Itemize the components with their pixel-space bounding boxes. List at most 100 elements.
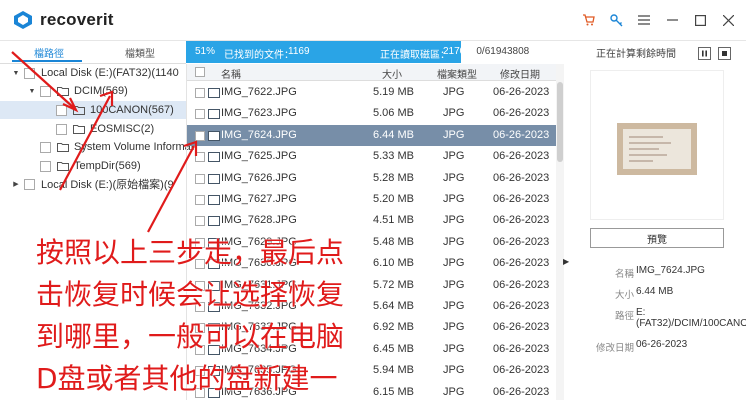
- image-file-icon: [208, 173, 220, 184]
- row-checkbox[interactable]: [195, 216, 205, 227]
- row-checkbox[interactable]: [195, 280, 205, 291]
- row-checkbox[interactable]: [195, 109, 205, 120]
- row-checkbox[interactable]: [195, 173, 205, 184]
- preview-button[interactable]: 預覽: [590, 228, 724, 248]
- table-row[interactable]: IMG_7626.JPG 5.28 MB JPG 06-26-2023: [187, 168, 557, 189]
- collapse-preview-icon[interactable]: ▶: [563, 257, 569, 266]
- table-row[interactable]: IMG_7628.JPG 4.51 MB JPG 06-26-2023: [187, 210, 557, 231]
- image-file-icon: [208, 323, 220, 334]
- maximize-icon[interactable]: [690, 12, 710, 28]
- image-file-icon: [208, 195, 220, 205]
- column-header-name[interactable]: 名稱: [221, 66, 241, 81]
- folder-icon: [57, 143, 69, 152]
- tree-node-dcim[interactable]: ▼ DCIM(569): [28, 82, 128, 100]
- stop-button[interactable]: [718, 47, 731, 60]
- file-size: 4.51 MB: [373, 214, 414, 227]
- file-type: JPG: [443, 214, 465, 227]
- table-row[interactable]: IMG_7629.JPG 5.48 MB JPG 06-26-2023: [187, 232, 557, 253]
- pause-icon: [702, 50, 707, 57]
- tree-label: 100CANON(567): [90, 104, 174, 116]
- table-row[interactable]: IMG_7623.JPG 5.06 MB JPG 06-26-2023: [187, 103, 557, 124]
- row-checkbox[interactable]: [195, 259, 205, 270]
- row-checkbox[interactable]: [195, 152, 205, 163]
- row-checkbox[interactable]: [195, 195, 205, 205]
- table-row[interactable]: IMG_7631.JPG 5.72 MB JPG 06-26-2023: [187, 275, 557, 296]
- file-size: 6.44 MB: [373, 128, 414, 141]
- select-all-checkbox[interactable]: [195, 67, 205, 77]
- tree-node-100canon[interactable]: 100CANON(567): [0, 101, 186, 119]
- tree-checkbox[interactable]: [24, 178, 35, 190]
- file-type: JPG: [443, 128, 465, 141]
- table-row[interactable]: IMG_7622.JPG 5.19 MB JPG 06-26-2023: [187, 82, 557, 103]
- file-date: 06-26-2023: [493, 150, 550, 163]
- tree-checkbox[interactable]: [56, 123, 67, 135]
- file-name: IMG_7626.JPG: [221, 171, 297, 184]
- file-type: JPG: [443, 342, 465, 355]
- tree-label: Local Disk (E:)(原始檔案)(9: [41, 179, 174, 191]
- close-icon[interactable]: [718, 12, 738, 28]
- file-size: 5.48 MB: [373, 235, 414, 248]
- file-name: IMG_7636.JPG: [221, 385, 297, 398]
- file-type: JPG: [443, 193, 465, 205]
- expand-arrow-icon[interactable]: ▶: [12, 180, 20, 188]
- minimize-icon[interactable]: [662, 12, 682, 28]
- tab-file-type[interactable]: 檔類型: [125, 45, 155, 60]
- meta-name-value: IMG_7624.JPG: [636, 265, 705, 276]
- tree-checkbox[interactable]: [40, 141, 51, 153]
- tree-checkbox[interactable]: [40, 160, 51, 172]
- file-list-scrollbar[interactable]: [556, 64, 564, 400]
- row-checkbox[interactable]: [195, 88, 205, 98]
- scrollbar-thumb[interactable]: [557, 82, 563, 162]
- file-type: JPG: [443, 235, 465, 248]
- tree-checkbox[interactable]: [56, 104, 67, 116]
- file-name: IMG_7631.JPG: [221, 278, 297, 291]
- tree-node-tempdir[interactable]: TempDir(569): [28, 157, 141, 175]
- file-size: 6.45 MB: [373, 342, 414, 355]
- pause-button[interactable]: [698, 47, 711, 60]
- recoverit-logo-icon: [14, 11, 32, 29]
- preview-thumbnail-scribbles: [629, 136, 671, 162]
- file-size: 5.28 MB: [373, 171, 414, 184]
- row-checkbox[interactable]: [195, 237, 205, 248]
- menu-icon[interactable]: [634, 12, 654, 28]
- found-files-count: 1169: [288, 46, 310, 57]
- table-row[interactable]: IMG_7627.JPG 5.20 MB JPG 06-26-2023: [187, 189, 557, 210]
- tree-node-local-disk-e-raw[interactable]: ▶ Local Disk (E:)(原始檔案)(9: [12, 175, 174, 193]
- key-icon[interactable]: [606, 12, 626, 28]
- row-checkbox[interactable]: [195, 344, 205, 355]
- table-row[interactable]: IMG_7630.JPG 6.10 MB JPG 06-26-2023: [187, 253, 557, 274]
- row-checkbox[interactable]: [195, 366, 205, 377]
- file-size: 5.19 MB: [373, 86, 414, 98]
- tree-node-system-volume[interactable]: System Volume Informat: [28, 138, 194, 156]
- meta-size-key: 大小: [614, 290, 634, 301]
- table-row[interactable]: IMG_7624.JPG 6.44 MB JPG 06-26-2023: [187, 124, 557, 147]
- file-size: 6.92 MB: [373, 321, 414, 334]
- file-type: JPG: [443, 150, 465, 163]
- expand-arrow-icon[interactable]: ▼: [12, 70, 20, 77]
- image-file-icon: [208, 387, 220, 398]
- table-row[interactable]: IMG_7634.JPG 6.45 MB JPG 06-26-2023: [187, 339, 557, 360]
- column-header-size[interactable]: 大小: [382, 66, 402, 81]
- table-row[interactable]: IMG_7633.JPG 6.92 MB JPG 06-26-2023: [187, 317, 557, 338]
- cart-icon[interactable]: [578, 12, 598, 28]
- table-row[interactable]: IMG_7632.JPG 5.64 MB JPG 06-26-2023: [187, 296, 557, 317]
- tree-node-local-disk-e[interactable]: ▼ Local Disk (E:)(FAT32)(1140: [12, 64, 179, 82]
- tree-checkbox[interactable]: [40, 85, 51, 97]
- file-date: 06-26-2023: [493, 128, 550, 141]
- row-checkbox[interactable]: [195, 130, 205, 141]
- column-header-date[interactable]: 修改日期: [500, 66, 540, 81]
- row-checkbox[interactable]: [195, 302, 205, 312]
- tree-node-eosmisc[interactable]: EOSMISC(2): [44, 120, 154, 138]
- expand-arrow-icon[interactable]: ▼: [28, 88, 36, 95]
- table-row[interactable]: IMG_7635.JPG 5.94 MB JPG 06-26-2023: [187, 360, 557, 381]
- row-checkbox[interactable]: [195, 387, 205, 398]
- app-logo: recoverit: [12, 9, 114, 31]
- row-checkbox[interactable]: [195, 323, 205, 334]
- table-row[interactable]: IMG_7625.JPG 5.33 MB JPG 06-26-2023: [187, 146, 557, 167]
- tab-file-path[interactable]: 檔路徑: [34, 45, 64, 60]
- column-header-type[interactable]: 檔案類型: [437, 66, 477, 81]
- file-name: IMG_7634.JPG: [221, 342, 297, 355]
- file-size: 6.10 MB: [373, 257, 414, 270]
- file-name: IMG_7622.JPG: [221, 86, 297, 98]
- tree-checkbox[interactable]: [24, 67, 35, 79]
